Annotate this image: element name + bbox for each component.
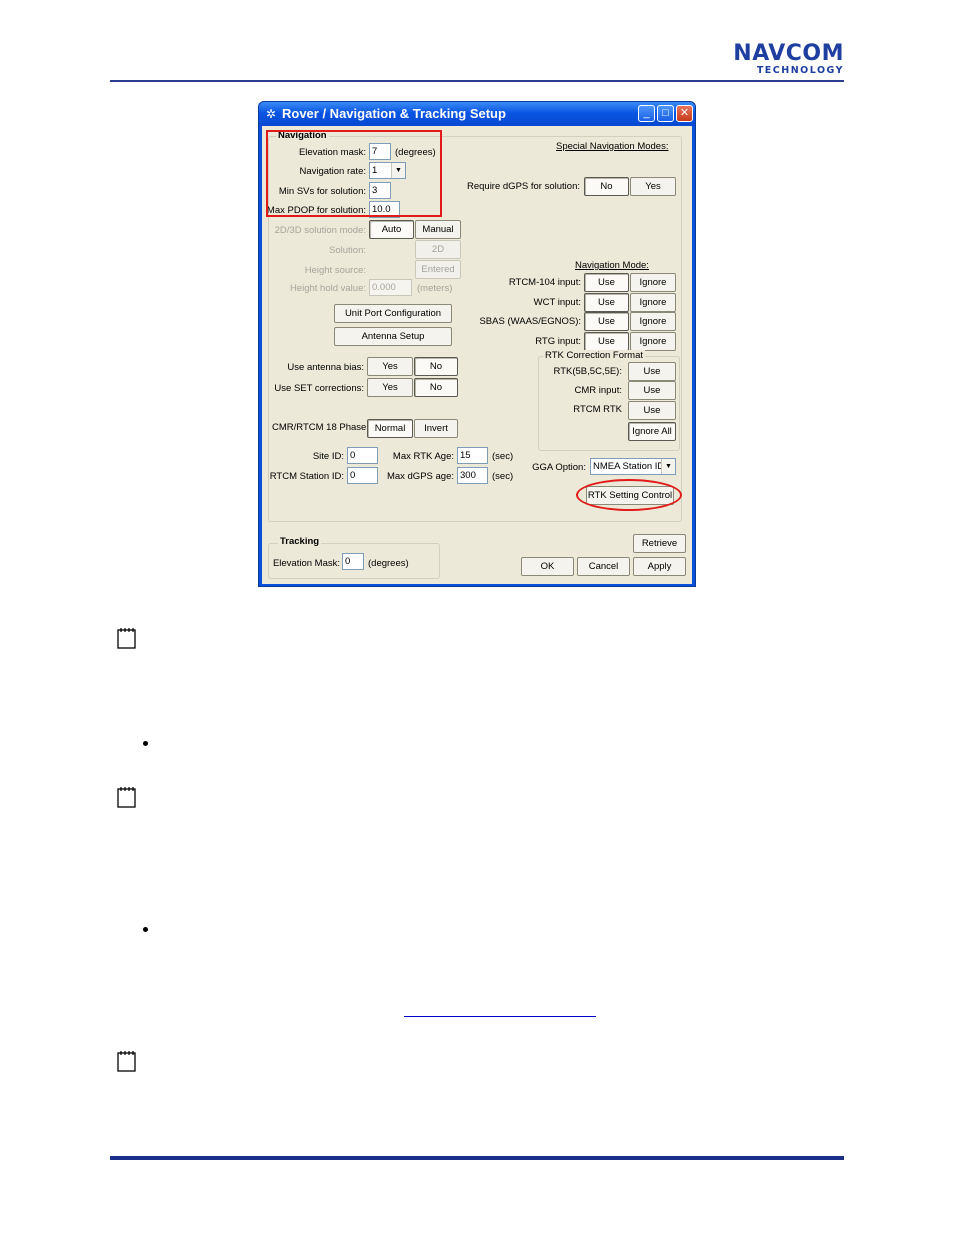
rtg-use-button[interactable]: Use [584, 332, 629, 351]
note-icon [117, 787, 136, 808]
navigation-highlight-box [266, 130, 442, 217]
solution-mode-label: 2D/3D solution mode: [274, 225, 366, 236]
navigation-mode-title: Navigation Mode: [575, 260, 649, 271]
bullet-point [143, 927, 148, 932]
unit-port-configuration-button[interactable]: Unit Port Configuration [334, 304, 452, 323]
minimize-icon[interactable]: _ [638, 105, 655, 122]
require-dgps-yes-button[interactable]: Yes [630, 177, 676, 196]
max-dgps-age-unit: (sec) [492, 471, 514, 482]
tracking-elevation-unit: (degrees) [368, 558, 409, 569]
ok-button[interactable]: OK [521, 557, 574, 576]
cmr-phase-invert-button[interactable]: Invert [414, 419, 458, 438]
height-hold-label: Height hold value: [289, 283, 366, 294]
header-rule [110, 80, 844, 82]
sbas-input-label: SBAS (WAAS/EGNOS): [479, 316, 581, 327]
dialog-client-area: Navigation Elevation mask: 7 (degrees) N… [262, 126, 692, 584]
solution-mode-manual-button[interactable]: Manual [415, 220, 461, 239]
cancel-button[interactable]: Cancel [577, 557, 630, 576]
setup-dialog: ✲ Rover / Navigation & Tracking Setup _ … [258, 101, 696, 587]
rtg-input-label: RTG input: [535, 336, 581, 347]
site-id-input[interactable]: 0 [347, 447, 378, 464]
wct-use-button[interactable]: Use [584, 293, 629, 312]
tracking-elevation-input[interactable]: 0 [342, 553, 364, 570]
rtcm104-ignore-button[interactable]: Ignore [630, 273, 676, 292]
height-source-label: Height source: [304, 265, 366, 276]
max-rtk-age-unit: (sec) [492, 451, 514, 462]
height-source-button[interactable]: Entered [415, 260, 461, 279]
bullet-point [143, 741, 148, 746]
footer-rule [110, 1156, 844, 1160]
solution-value-button[interactable]: 2D [415, 240, 461, 259]
document-link-underline[interactable] [404, 1016, 596, 1017]
navcom-logo: NAVCOM TECHNOLOGY [718, 43, 844, 76]
chevron-down-icon[interactable]: ▼ [661, 459, 675, 474]
rtk-5b-use-button[interactable]: Use [628, 362, 676, 381]
rtk-format-title: RTK Correction Format [543, 350, 646, 361]
rtcm-station-id-input[interactable]: 0 [347, 467, 378, 484]
wct-input-label: WCT input: [533, 297, 581, 308]
rtcm104-input-label: RTCM-104 input: [508, 277, 581, 288]
rtk-5b-label: RTK(5B,5C,5E): [553, 366, 622, 377]
max-dgps-age-input[interactable]: 300 [457, 467, 488, 484]
window-title: Rover / Navigation & Tracking Setup [282, 106, 506, 121]
ignore-all-button[interactable]: Ignore All [628, 422, 676, 441]
antenna-setup-button[interactable]: Antenna Setup [334, 327, 452, 346]
maximize-icon[interactable]: □ [657, 105, 674, 122]
wct-ignore-button[interactable]: Ignore [630, 293, 676, 312]
cmr-use-button[interactable]: Use [628, 381, 676, 400]
set-corrections-label: Use SET corrections: [274, 383, 364, 394]
height-hold-input[interactable]: 0.000 [369, 279, 412, 296]
gga-option-value: NMEA Station ID [593, 461, 665, 472]
satellite-icon: ✲ [265, 107, 277, 121]
rtg-ignore-button[interactable]: Ignore [630, 332, 676, 351]
require-dgps-label: Require dGPS for solution: [466, 181, 580, 192]
solution-mode-auto-button[interactable]: Auto [369, 220, 414, 239]
tracking-group-title: Tracking [278, 536, 322, 547]
logo-main-text: NAVCOM [733, 41, 844, 66]
set-corrections-yes-button[interactable]: Yes [367, 378, 413, 397]
rtcm-station-id-label: RTCM Station ID: [269, 471, 344, 482]
cmr-input-label: CMR input: [574, 385, 622, 396]
rtcm-rtk-label: RTCM RTK [573, 404, 622, 415]
rtk-setting-highlight-oval [576, 479, 682, 511]
max-dgps-age-label: Max dGPS age: [386, 471, 454, 482]
retrieve-button[interactable]: Retrieve [633, 534, 686, 553]
close-icon[interactable]: ✕ [676, 105, 693, 122]
max-rtk-age-label: Max RTK Age: [392, 451, 454, 462]
antenna-bias-no-button[interactable]: No [414, 357, 458, 376]
max-rtk-age-input[interactable]: 15 [457, 447, 488, 464]
cmr-phase-normal-button[interactable]: Normal [367, 419, 413, 438]
special-modes-title: Special Navigation Modes: [556, 141, 669, 152]
sbas-use-button[interactable]: Use [584, 312, 629, 331]
rtcm104-use-button[interactable]: Use [584, 273, 629, 292]
rtcm-rtk-use-button[interactable]: Use [628, 401, 676, 420]
note-icon [117, 628, 136, 649]
tracking-elevation-label: Elevation Mask: [272, 558, 340, 569]
require-dgps-no-button[interactable]: No [584, 177, 629, 196]
logo-sub-text: TECHNOLOGY [756, 65, 844, 76]
site-id-label: Site ID: [312, 451, 344, 462]
apply-button[interactable]: Apply [633, 557, 686, 576]
cmr-phase-label: CMR/RTCM 18 Phase: [272, 422, 369, 433]
solution-label: Solution: [329, 245, 366, 256]
note-icon [117, 1051, 136, 1072]
gga-option-select[interactable]: NMEA Station ID ▼ [590, 458, 676, 475]
height-hold-unit: (meters) [417, 283, 453, 294]
antenna-bias-label: Use antenna bias: [287, 362, 364, 373]
sbas-ignore-button[interactable]: Ignore [630, 312, 676, 331]
title-bar[interactable]: ✲ Rover / Navigation & Tracking Setup _ … [259, 102, 695, 126]
antenna-bias-yes-button[interactable]: Yes [367, 357, 413, 376]
gga-option-label: GGA Option: [532, 462, 586, 473]
set-corrections-no-button[interactable]: No [414, 378, 458, 397]
